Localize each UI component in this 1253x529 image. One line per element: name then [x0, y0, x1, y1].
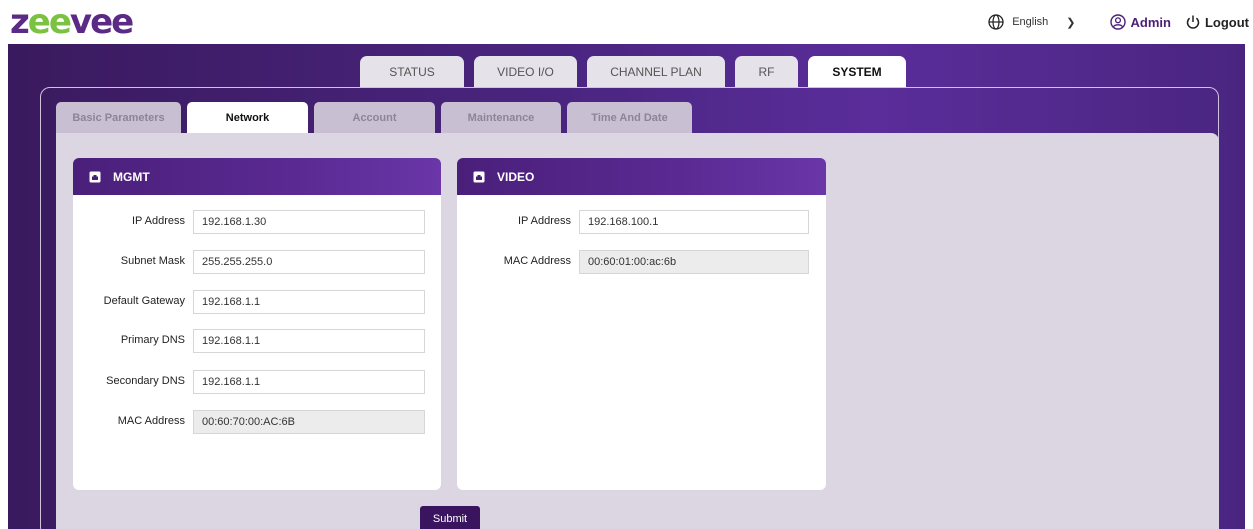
subtab-maintenance[interactable]: Maintenance [441, 102, 561, 133]
ip-address-label: IP Address [518, 215, 571, 227]
video-card: VIDEO IP Address 192.168.100.1 MAC Addre… [457, 158, 826, 490]
sub-tabs: Basic Parameters Network Account Mainten… [56, 102, 698, 133]
subtab-time-and-date[interactable]: Time And Date [567, 102, 692, 133]
mac-address-label: MAC Address [117, 415, 185, 427]
secondary-dns-label: Secondary DNS [106, 375, 185, 387]
primary-dns-label: Primary DNS [120, 334, 185, 346]
ip-address-label: IP Address [132, 215, 185, 227]
top-bar: zeevee English ❯ Admin Logout [0, 0, 1253, 44]
logout-button[interactable]: Logout [1185, 14, 1249, 30]
globe-icon [988, 14, 1004, 30]
ethernet-port-icon [473, 171, 485, 182]
mgmt-ip-row: IP Address 192.168.1.30 [132, 210, 425, 234]
mgmt-mac-row: MAC Address 00:60:70:00:AC:6B [118, 410, 425, 434]
video-mac-row: MAC Address 00:60:01:00:ac:6b [504, 250, 809, 274]
subtab-network[interactable]: Network [187, 102, 308, 133]
user-icon [1109, 14, 1126, 30]
tab-rf[interactable]: RF [735, 56, 798, 87]
mgmt-gateway-row: Default Gateway 192.168.1.1 [104, 290, 425, 314]
user-name: Admin [1130, 14, 1171, 30]
tab-video-io[interactable]: VIDEO I/O [474, 56, 577, 87]
subtab-basic-parameters[interactable]: Basic Parameters [56, 102, 181, 133]
tab-system[interactable]: SYSTEM [808, 56, 906, 87]
video-card-header: VIDEO [457, 158, 826, 195]
submit-button[interactable]: Submit [420, 506, 480, 529]
language-label: English [1012, 16, 1049, 28]
mgmt-primary-dns-row: Primary DNS 192.168.1.1 [121, 329, 425, 353]
mgmt-secondary-dns-row: Secondary DNS 192.168.1.1 [106, 370, 425, 394]
mgmt-title: MGMT [113, 169, 150, 184]
subtab-account[interactable]: Account [314, 102, 435, 133]
power-icon [1186, 15, 1200, 29]
mac-address-label: MAC Address [503, 255, 571, 267]
subnet-mask-label: Subnet Mask [120, 255, 185, 267]
video-ip-row: IP Address 192.168.100.1 [518, 210, 809, 234]
mgmt-default-gateway-input[interactable]: 192.168.1.1 [193, 290, 425, 314]
header-controls: English ❯ Admin Logout [988, 10, 1249, 34]
mgmt-primary-dns-input[interactable]: 192.168.1.1 [193, 329, 425, 353]
mgmt-card-header: MGMT [73, 158, 441, 195]
mgmt-ip-address-input[interactable]: 192.168.1.30 [193, 210, 425, 234]
user-menu[interactable]: Admin [1109, 14, 1171, 30]
video-mac-address-field: 00:60:01:00:ac:6b [579, 250, 809, 274]
mgmt-card: MGMT IP Address 192.168.1.30 Subnet Mask… [73, 158, 441, 490]
language-selector[interactable]: English ❯ [988, 14, 1089, 30]
mgmt-mac-address-field: 00:60:70:00:AC:6B [193, 410, 425, 434]
mgmt-subnet-mask-input[interactable]: 255.255.255.0 [193, 250, 425, 274]
main-area: STATUS VIDEO I/O CHANNEL PLAN RF SYSTEM … [8, 44, 1245, 529]
tab-status[interactable]: STATUS [360, 56, 464, 87]
mgmt-subnet-row: Subnet Mask 255.255.255.0 [121, 250, 425, 274]
video-title: VIDEO [497, 169, 535, 184]
network-content: MGMT IP Address 192.168.1.30 Subnet Mask… [56, 133, 1219, 529]
video-ip-address-input[interactable]: 192.168.100.1 [579, 210, 809, 234]
logout-label: Logout [1204, 14, 1249, 30]
tab-channel-plan[interactable]: CHANNEL PLAN [587, 56, 725, 87]
mgmt-secondary-dns-input[interactable]: 192.168.1.1 [193, 370, 425, 394]
main-tabs: STATUS VIDEO I/O CHANNEL PLAN RF SYSTEM [360, 56, 916, 87]
zeevee-logo[interactable]: zeevee [10, 4, 134, 40]
default-gateway-label: Default Gateway [103, 295, 185, 307]
ethernet-port-icon [89, 171, 101, 182]
chevron-down-icon[interactable]: ❯ [1066, 16, 1075, 29]
